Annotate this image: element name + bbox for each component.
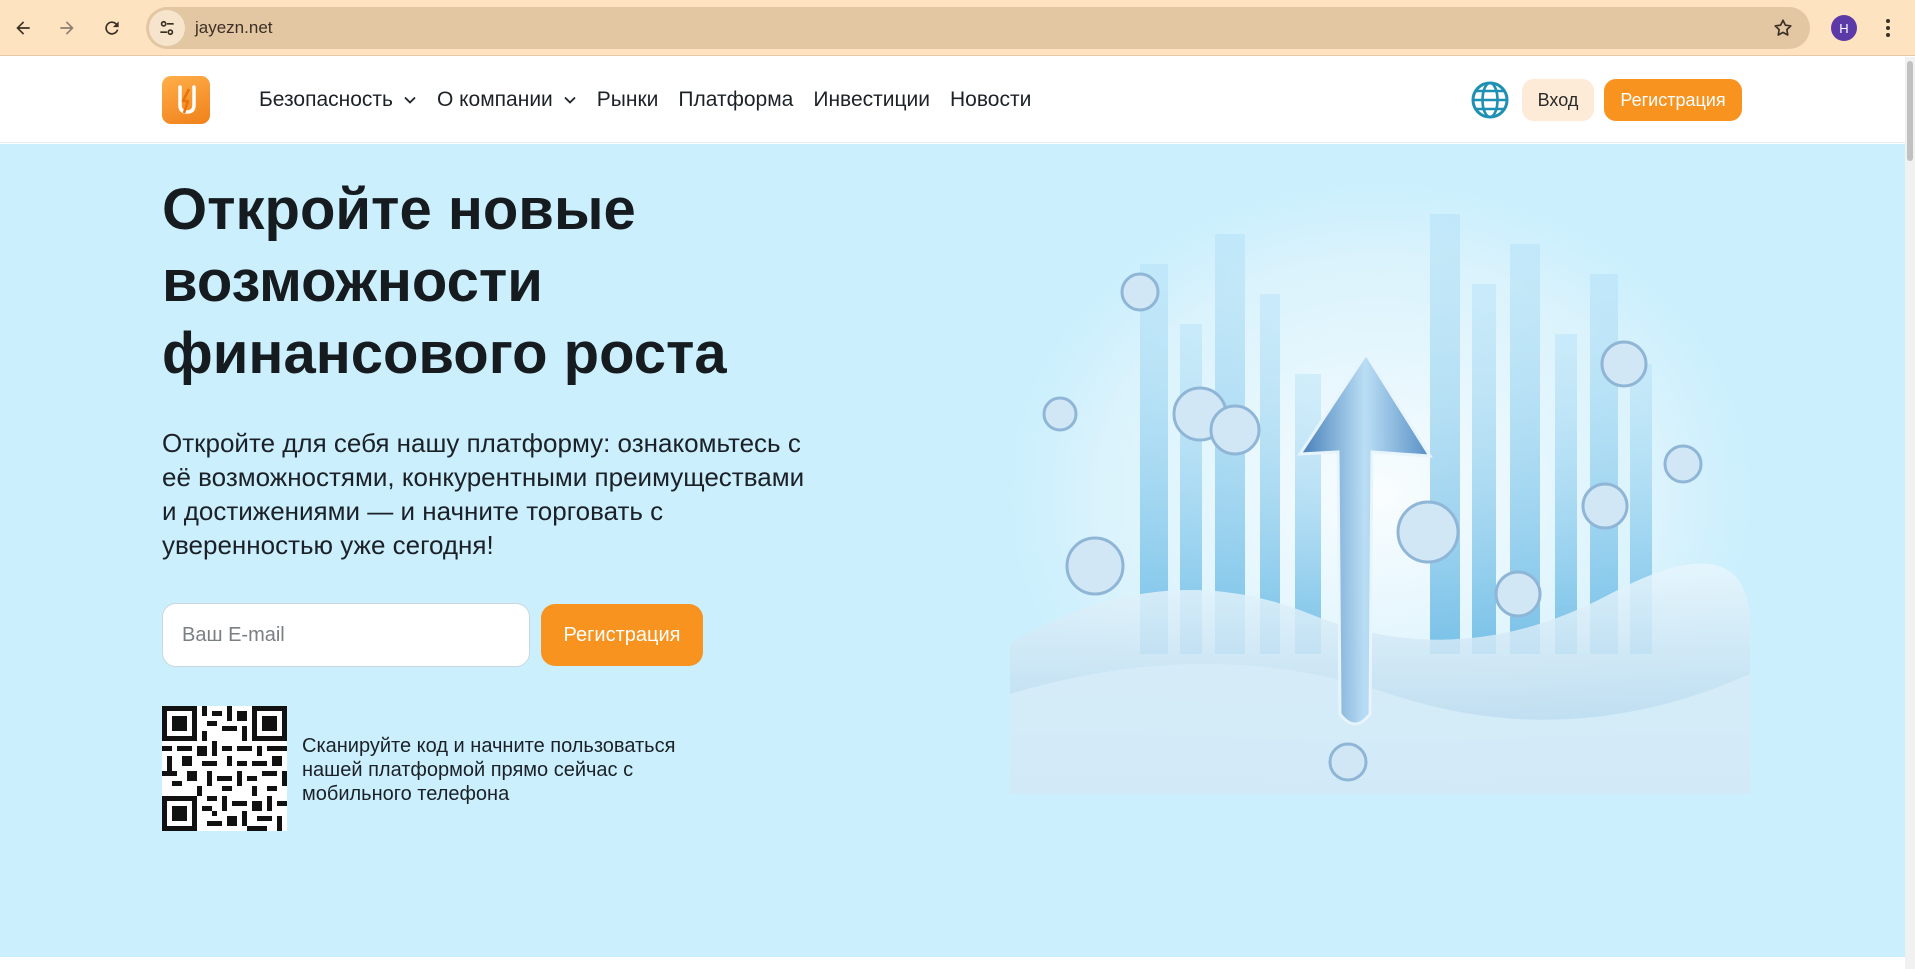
back-icon bbox=[16, 21, 30, 35]
page-bottom bbox=[0, 957, 1905, 969]
chevron-down-icon bbox=[404, 96, 416, 104]
site-info-button[interactable] bbox=[149, 10, 185, 46]
growth-arrow-illustration bbox=[1010, 184, 1750, 794]
reload-button[interactable] bbox=[96, 12, 128, 44]
main-nav: Безопасность О компании Рынки Платформа … bbox=[259, 57, 1051, 143]
nav-item-platform[interactable]: Платформа bbox=[678, 88, 793, 112]
back-button[interactable] bbox=[7, 12, 39, 44]
hero-title: Откройте новые возможности финансового р… bbox=[162, 177, 727, 386]
scrollbar-thumb[interactable] bbox=[1907, 61, 1913, 161]
qr-code-icon bbox=[162, 706, 287, 831]
reload-icon bbox=[105, 21, 119, 35]
logo-icon[interactable] bbox=[162, 76, 210, 124]
login-button[interactable]: Вход bbox=[1522, 79, 1594, 121]
register-button-header[interactable]: Регистрация bbox=[1604, 79, 1742, 121]
nav-item-investments[interactable]: Инвестиции bbox=[813, 88, 930, 112]
nav-item-security[interactable]: Безопасность bbox=[259, 88, 417, 112]
browser-toolbar: jayezn.net H bbox=[0, 0, 1915, 56]
url-text[interactable]: jayezn.net bbox=[195, 18, 273, 38]
chevron-down-icon bbox=[564, 96, 576, 104]
qr-caption: Сканируйте код и начните пользоваться на… bbox=[302, 735, 676, 805]
star-icon[interactable] bbox=[1772, 17, 1794, 39]
forward-button[interactable] bbox=[51, 12, 83, 44]
hero-subtitle: Откройте для себя нашу платформу: ознако… bbox=[162, 428, 805, 560]
email-input[interactable] bbox=[162, 603, 530, 667]
tune-icon bbox=[160, 20, 174, 36]
address-bar[interactable]: jayezn.net bbox=[146, 7, 1810, 49]
site-header: Безопасность О компании Рынки Платформа … bbox=[0, 57, 1905, 143]
nav-item-markets[interactable]: Рынки bbox=[597, 88, 659, 112]
kebab-icon[interactable] bbox=[1876, 14, 1900, 42]
profile-avatar[interactable]: H bbox=[1831, 15, 1857, 41]
globe-icon[interactable] bbox=[1470, 80, 1510, 120]
forward-icon bbox=[60, 21, 74, 35]
nav-item-news[interactable]: Новости bbox=[950, 88, 1031, 112]
nav-item-about[interactable]: О компании bbox=[437, 88, 577, 112]
hero-section: Откройте новые возможности финансового р… bbox=[0, 144, 1905, 957]
page-scrollbar[interactable] bbox=[1905, 57, 1915, 969]
register-button-hero[interactable]: Регистрация bbox=[541, 604, 703, 666]
